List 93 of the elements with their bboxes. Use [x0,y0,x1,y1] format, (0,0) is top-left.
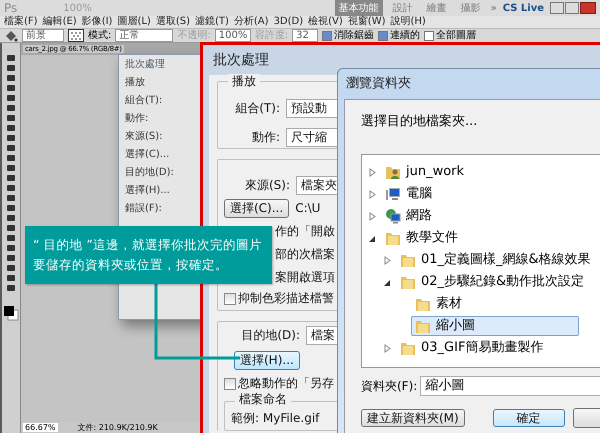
file-size-text: 文件: 210.9K/210.9K [78,422,158,433]
checkbox-icon[interactable] [378,30,388,40]
folder-label: 資料夾(F): [361,378,418,394]
dialog-label: 組合(T): [125,95,164,107]
tree-item[interactable]: 03_GIF簡易動畫製作 [396,338,548,358]
menu-item[interactable]: 分析(A) [234,16,269,28]
suppress-profile-checkbox[interactable]: 抑制色彩描述檔警 [224,291,334,306]
checkbox-icon[interactable] [224,292,236,304]
dialog-title: 批次處理 [212,51,270,70]
cancel-button[interactable] [572,408,600,428]
more-workspaces-button[interactable]: » [490,2,497,14]
window-controls-icon[interactable] [550,2,596,14]
opacity-label: 不透明: [177,30,211,41]
checkbox-icon[interactable] [322,30,332,40]
color-swatches-icon[interactable] [3,305,19,321]
choose-source-button[interactable]: 選擇(C)... [224,199,290,218]
dialog-label: 選擇(H)... [125,185,171,197]
menu-item[interactable]: 視窗(W) [348,16,386,28]
override-save-checkbox[interactable]: 忽略動作的「另存 [224,376,334,391]
action-label: 動作: [250,130,280,145]
destination-label: 目的地(D): [240,328,300,343]
source-label: 來源(S): [244,178,290,193]
zoom-field[interactable]: 66.67% [23,423,58,432]
menu-item[interactable]: 編輯(E) [42,16,77,28]
collapse-arrow-icon[interactable] [383,278,392,286]
paint-bucket-icon[interactable] [4,30,18,42]
tree-item[interactable]: 縮小圖 [411,316,579,336]
tree-item[interactable]: 電腦 [381,184,436,204]
workspace-tab[interactable]: 基本功能 [334,0,383,16]
checkbox-label: 案開啟選項 [275,269,335,286]
pattern-swatch-icon[interactable] [68,29,84,42]
network-icon [385,208,401,224]
tree-item[interactable]: 教學文件 [381,228,462,248]
folder-name-field[interactable]: 縮小圖 [420,376,600,396]
expand-arrow-icon[interactable] [383,344,392,352]
dialog-label: 動作: [125,113,150,125]
opacity-field[interactable]: 100% [214,29,251,42]
dialog-label: 目的地(D): [125,167,175,179]
dialog-title: 批次處理 [125,59,166,71]
source-path-text: C:\U [295,201,320,216]
choose-destination-button[interactable]: 選擇(H)... [234,351,300,370]
example-text: 範例: MyFile.gif [231,411,320,426]
set-label: 組合(T): [234,101,280,116]
checkbox-icon[interactable] [424,30,434,40]
dialog-button[interactable]: 建立新資料夾(M) [361,409,465,427]
menu-item[interactable]: 3D(D) [274,16,304,28]
tree-item[interactable]: 網路 [381,206,436,226]
dialog-label: 錯誤(F): [125,203,163,215]
group-title: 檔案命名 [235,392,291,407]
expand-arrow-icon[interactable] [368,168,377,176]
tolerance-field[interactable]: 32 [292,29,318,42]
folder-icon [400,274,416,290]
tree-item[interactable]: 01_定義圖樣_網線&格線效果 [396,250,595,270]
collapse-arrow-icon[interactable] [368,234,377,242]
checkbox-label: 作的「開啟 [275,223,335,240]
option-checkbox[interactable]: 連續的 [378,30,420,41]
checkbox-icon[interactable] [224,378,236,390]
menu-item[interactable]: 檔案(F) [4,16,38,28]
tree-item[interactable]: 02_步驟紀錄&動作批次設定 [396,272,588,292]
dialog-label: 來源(S): [125,131,164,143]
user-folder-icon [385,164,401,180]
expand-arrow-icon[interactable] [383,256,392,264]
group-title: 播放 [228,74,260,89]
expand-arrow-icon[interactable] [368,190,377,198]
menu-item[interactable]: 圖層(L) [117,16,151,28]
mode-label: 模式: [88,30,112,41]
tree-item[interactable]: 素材 [411,294,466,314]
folder-icon [400,252,416,268]
expand-arrow-icon[interactable] [368,212,377,220]
checkbox-label: 部的次檔案 [275,246,335,263]
computer-icon [385,186,401,202]
dialog-title: 瀏覽資料夾 [345,75,412,93]
menu-item[interactable]: 說明(H) [390,16,426,28]
menu-item[interactable]: 選取(S) [156,16,190,28]
dialog-prompt: 選擇目的地檔案夾... [361,114,478,130]
option-checkbox[interactable]: 消除鋸齒 [322,30,374,41]
dialog-label: 播放 [125,77,146,89]
tolerance-label: 容許度: [254,30,288,41]
menu-item[interactable]: 濾鏡(T) [194,16,229,28]
option-checkbox[interactable]: 全部圖層 [424,30,476,41]
fill-source-select[interactable]: 前景 [22,29,64,42]
folder-icon [415,296,431,312]
dialog-button[interactable]: 確定 [492,409,565,427]
menu-item[interactable]: 影像(I) [82,16,112,28]
folder-icon [415,318,431,334]
tree-item[interactable]: jun_work [381,162,468,182]
folder-icon [400,340,416,356]
dialog-label: 選擇(C)... [125,149,170,161]
menu-item[interactable]: 檢視(V) [308,16,343,28]
folder-icon [385,230,401,246]
mode-select[interactable]: 正常 [115,29,174,42]
callout-note: “ 目的地 ”這邊，就選擇你批次完的圖片要儲存的資料夾或位置，按確定。 [25,226,272,284]
cs-live-button[interactable]: CS Live [502,2,544,14]
